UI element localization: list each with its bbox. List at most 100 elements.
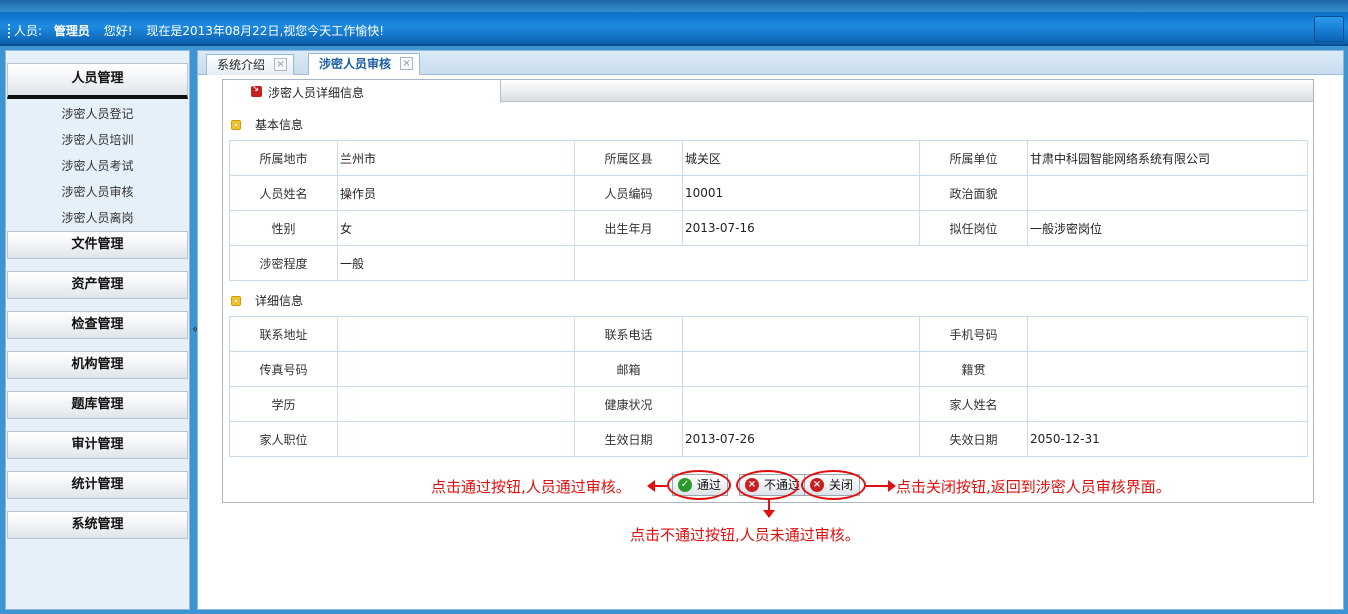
sidebar-group-files[interactable]: 文件管理 — [7, 231, 188, 259]
field-value — [682, 386, 920, 422]
field-label: 邮箱 — [574, 351, 683, 387]
field-value: 10001 — [682, 175, 920, 211]
field-value: 操作员 — [337, 175, 575, 211]
field-label: 拟任岗位 — [919, 210, 1028, 246]
basic-info-section-title: 基本信息 — [231, 116, 303, 133]
table-row: 学历 健康状况 家人姓名 — [229, 386, 1308, 422]
close-button[interactable]: × 关闭 — [804, 474, 861, 496]
sidebar-item-exam[interactable]: 涉密人员考试 — [7, 153, 188, 179]
field-label: 传真号码 — [229, 351, 338, 387]
table-row: 所属地市 兰州市 所属区县 城关区 所属单位 甘肃中科园智能网络系统有限公司 — [229, 140, 1308, 176]
content-area: 系统介绍 × 涉密人员审核 × 涉密人员详细信息 基本信息 所属地市 兰州市 所… — [197, 50, 1344, 610]
close-annotation: 点击关闭按钮,返回到涉密人员审核界面。 — [896, 478, 1171, 496]
tab-system-intro[interactable]: 系统介绍 × — [206, 54, 295, 75]
field-value: 一般涉密岗位 — [1027, 210, 1308, 246]
sidebar-item-leave[interactable]: 涉密人员离岗 — [7, 205, 188, 231]
close-arrow-head — [888, 480, 896, 492]
tab-bar: 系统介绍 × 涉密人员审核 × — [198, 51, 1343, 75]
field-label: 学历 — [229, 386, 338, 422]
table-row: 传真号码 邮箱 籍贯 — [229, 351, 1308, 387]
field-label: 人员姓名 — [229, 175, 338, 211]
panel-tab: 涉密人员详细信息 — [223, 80, 501, 103]
sidebar-group-organization[interactable]: 机构管理 — [7, 351, 188, 379]
field-value — [337, 351, 575, 387]
field-value — [1027, 316, 1308, 352]
field-label: 手机号码 — [919, 316, 1028, 352]
field-value: 2050-12-31 — [1027, 421, 1308, 457]
pass-button-label: 通过 — [697, 478, 722, 492]
section-bullet-icon — [231, 296, 241, 306]
field-label: 失效日期 — [919, 421, 1028, 457]
sidebar-group-statistics[interactable]: 统计管理 — [7, 471, 188, 499]
field-value — [1027, 351, 1308, 387]
field-label: 健康状况 — [574, 386, 683, 422]
header-message: 现在是2013年08月22日,视您今天工作愉快! — [146, 24, 385, 38]
sidebar-group-assets[interactable]: 资产管理 — [7, 271, 188, 299]
pass-arrow-line — [653, 485, 667, 487]
panel-title: 涉密人员详细信息 — [268, 86, 365, 100]
header-toggle-button[interactable] — [1314, 16, 1344, 42]
detail-panel: 涉密人员详细信息 基本信息 所属地市 兰州市 所属区县 城关区 所属单位 甘肃中… — [222, 79, 1314, 503]
field-value: 女 — [337, 210, 575, 246]
pass-arrow-head — [647, 480, 655, 492]
field-label: 籍贯 — [919, 351, 1028, 387]
reject-button-label: 不通过 — [764, 478, 801, 492]
cross-icon: × — [810, 478, 824, 492]
table-row: 性别 女 出生年月 2013-07-16 拟任岗位 一般涉密岗位 — [229, 210, 1308, 246]
pass-button[interactable]: ✓ 通过 — [672, 474, 729, 496]
sidebar-item-training[interactable]: 涉密人员培训 — [7, 127, 188, 153]
sidebar-sub-list: 涉密人员登记 涉密人员培训 涉密人员考试 涉密人员审核 涉密人员离岗 — [7, 101, 188, 231]
section-title-text: 基本信息 — [255, 118, 304, 132]
field-value — [1027, 175, 1308, 211]
check-icon: ✓ — [678, 478, 692, 492]
table-row: 家人职位 生效日期 2013-07-26 失效日期 2050-12-31 — [229, 421, 1308, 457]
tab-label: 系统介绍 — [217, 58, 266, 72]
field-value — [682, 351, 920, 387]
section-bullet-icon — [231, 120, 241, 130]
field-label: 人员编码 — [574, 175, 683, 211]
field-label: 政治面貌 — [919, 175, 1028, 211]
top-strip — [0, 0, 1348, 12]
panel-header: 涉密人员详细信息 — [223, 80, 1313, 103]
user-name: 管理员 — [53, 24, 90, 38]
user-label: 人员: — [8, 24, 43, 38]
sidebar-group-system[interactable]: 系统管理 — [7, 511, 188, 539]
reject-arrow-line — [768, 500, 770, 510]
close-icon[interactable]: × — [274, 58, 288, 71]
field-value — [337, 386, 575, 422]
field-label: 家人姓名 — [919, 386, 1028, 422]
sidebar-item-register[interactable]: 涉密人员登记 — [7, 101, 188, 127]
field-value: 2013-07-16 — [682, 210, 920, 246]
section-title-text: 详细信息 — [255, 294, 304, 308]
close-arrow-line — [866, 485, 888, 487]
sidebar-group-personnel[interactable]: 人员管理 — [7, 63, 188, 99]
field-label: 出生年月 — [574, 210, 683, 246]
field-label: 所属地市 — [229, 140, 338, 176]
basic-info-table: 所属地市 兰州市 所属区县 城关区 所属单位 甘肃中科园智能网络系统有限公司 人… — [229, 140, 1308, 281]
field-label: 家人职位 — [229, 421, 338, 457]
field-value: 甘肃中科园智能网络系统有限公司 — [1027, 140, 1308, 176]
sidebar-group-question-bank[interactable]: 题库管理 — [7, 391, 188, 419]
sidebar-group-inspection[interactable]: 检查管理 — [7, 311, 188, 339]
field-label: 联系地址 — [229, 316, 338, 352]
sidebar-item-review[interactable]: 涉密人员审核 — [7, 179, 188, 205]
empty-cell — [574, 245, 1308, 281]
close-button-label: 关闭 — [829, 478, 854, 492]
field-value — [337, 316, 575, 352]
field-label: 生效日期 — [574, 421, 683, 457]
table-row: 人员姓名 操作员 人员编码 10001 政治面貌 — [229, 175, 1308, 211]
sidebar-group-audit[interactable]: 审计管理 — [7, 431, 188, 459]
table-row: 涉密程度 一般 — [229, 245, 1308, 281]
tab-personnel-review[interactable]: 涉密人员审核 × — [308, 53, 421, 75]
detail-info-section-title: 详细信息 — [231, 292, 303, 309]
field-value — [1027, 386, 1308, 422]
header-bar: 人员: 管理员 您好! 现在是2013年08月22日,视您今天工作愉快! — [0, 12, 1348, 46]
reject-annotation: 点击不通过按钮,人员未通过审核。 — [630, 526, 860, 544]
arrow-badge-icon — [251, 83, 262, 97]
reject-button[interactable]: × 不通过 — [739, 474, 808, 496]
table-row: 联系地址 联系电话 手机号码 — [229, 316, 1308, 352]
close-icon[interactable]: × — [400, 57, 414, 70]
field-value: 一般 — [337, 245, 575, 281]
sidebar: 人员管理 涉密人员登记 涉密人员培训 涉密人员考试 涉密人员审核 涉密人员离岗 … — [5, 50, 190, 610]
tab-label: 涉密人员审核 — [319, 57, 392, 71]
